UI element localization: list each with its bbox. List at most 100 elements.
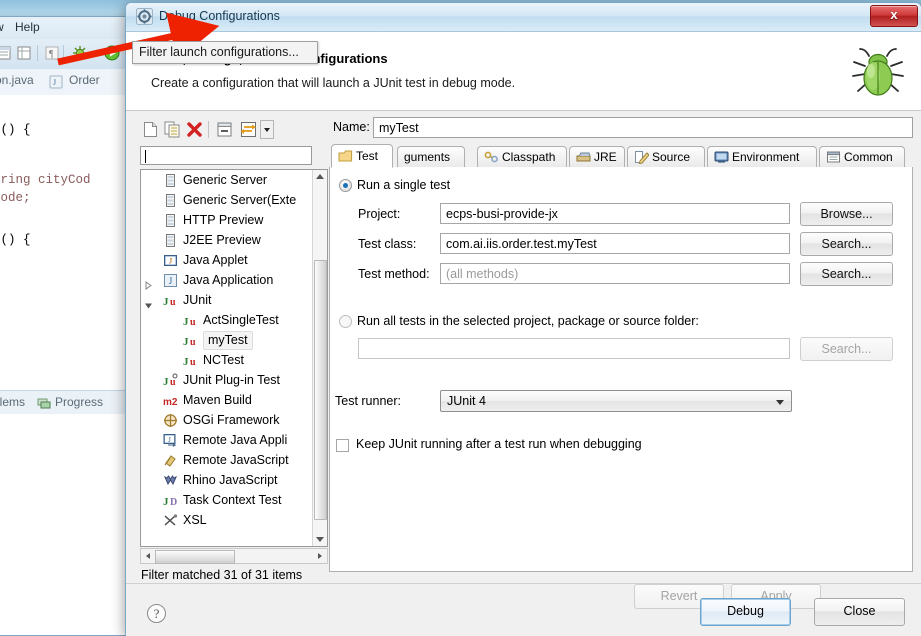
tree-item[interactable]: m2 Maven Build [141, 390, 327, 410]
test-runner-combo[interactable]: JUnit 4 [440, 390, 792, 412]
jre-icon [576, 150, 591, 164]
source-icon [634, 150, 650, 165]
new-configuration-icon[interactable] [140, 119, 161, 140]
chevron-down-icon[interactable] [144, 296, 153, 309]
tab-environment-label: Environment [732, 150, 800, 164]
tree-item[interactable]: XSL [141, 510, 327, 530]
tree-item[interactable]: Generic Server [141, 170, 327, 190]
tree-item[interactable]: Ju NCTest [141, 350, 327, 370]
java-application-icon: J [163, 273, 178, 288]
tab-classpath[interactable]: Classpath [477, 146, 567, 167]
tab-environment[interactable]: Environment [707, 146, 817, 167]
tree-item[interactable]: HTTP Preview [141, 210, 327, 230]
maven-icon: m2 [163, 393, 178, 408]
test-runner-label: Test runner: [335, 394, 402, 408]
server-icon [163, 213, 178, 228]
svg-text:u: u [170, 297, 176, 308]
menu-item-window[interactable]: w [0, 20, 4, 34]
tree-item[interactable]: Ju myTest [141, 330, 327, 350]
tree-item[interactable]: Remote JavaScript [141, 450, 327, 470]
chevron-right-icon[interactable] [144, 276, 153, 290]
project-input[interactable]: ecps-busi-provide-jx [440, 203, 790, 224]
tree-item-label: XSL [183, 513, 207, 527]
code-line-1: tring cityCod [0, 173, 91, 187]
tab-jre[interactable]: JRE [569, 146, 625, 167]
tree-item-label: Java Application [183, 273, 274, 287]
delete-configuration-icon[interactable] [184, 119, 205, 140]
tree-item[interactable]: J Java Application [141, 270, 327, 290]
tree-horizontal-scrollbar[interactable] [140, 548, 328, 564]
table-icon[interactable] [15, 44, 33, 62]
run-icon[interactable] [103, 44, 121, 62]
task-context-icon: JD [163, 493, 178, 508]
paragraph-icon[interactable]: ¶ [43, 44, 61, 62]
duplicate-configuration-icon[interactable] [162, 119, 183, 140]
radio-run-single-test-label: Run a single test [357, 178, 451, 192]
name-input[interactable]: myTest [373, 117, 913, 138]
tree-item[interactable]: Rhino JavaScript [141, 470, 327, 490]
scroll-left-arrow-icon[interactable] [142, 550, 154, 562]
keep-junit-running-checkbox[interactable] [336, 439, 349, 452]
folder-input[interactable] [358, 338, 790, 359]
collapse-all-icon[interactable] [214, 119, 235, 140]
tree-item[interactable]: J D Task Context Test [141, 490, 327, 510]
scroll-up-arrow-icon[interactable] [313, 170, 327, 184]
scrollbar-thumb[interactable] [314, 260, 327, 520]
close-button[interactable]: Close [814, 598, 905, 626]
debug-icon[interactable] [71, 44, 89, 62]
svg-text:u: u [190, 337, 196, 348]
toolbar-separator [208, 121, 209, 138]
configuration-tabs: Test guments Classpath JRE Source Enviro… [329, 144, 913, 169]
view-tab-problems[interactable]: blems [0, 395, 25, 409]
footer-separator [126, 583, 921, 584]
keep-junit-running-label: Keep JUnit running after a test run when… [356, 437, 642, 451]
test-tab-icon [338, 148, 353, 162]
browse-button[interactable]: Browse... [800, 202, 893, 226]
radio-run-all-tests[interactable] [339, 315, 352, 328]
tab-common[interactable]: Common [819, 146, 905, 167]
filter-configurations-icon[interactable] [238, 119, 259, 140]
tree-item[interactable]: Ju JUnit [141, 290, 327, 310]
search-test-method-button[interactable]: Search... [800, 262, 893, 286]
server-icon [163, 173, 178, 188]
scroll-down-arrow-icon[interactable] [313, 532, 327, 546]
tree-item-label: JUnit Plug-in Test [183, 373, 281, 387]
tab-source[interactable]: Source [627, 146, 705, 167]
osgi-icon [163, 413, 178, 428]
test-method-input[interactable]: (all methods) [440, 263, 790, 284]
window-close-button[interactable]: x [870, 5, 918, 27]
filter-tooltip: Filter launch configurations... [132, 41, 318, 64]
editor-tab-0[interactable]: on.java [0, 73, 34, 87]
rhino-icon [163, 473, 178, 488]
search-test-class-button[interactable]: Search... [800, 232, 893, 256]
tree-item[interactable]: J2EE Preview [141, 230, 327, 250]
tree-item[interactable]: Generic Server(Exte [141, 190, 327, 210]
tree-item[interactable]: OSGi Framework [141, 410, 327, 430]
tree-item[interactable]: Ju ActSingleTest [141, 310, 327, 330]
editor-icon[interactable] [0, 44, 13, 62]
scroll-right-arrow-icon[interactable] [314, 550, 326, 562]
menu-item-help[interactable]: Help [15, 20, 40, 34]
editor-tab-1[interactable]: Order [69, 73, 100, 87]
svg-text:m2: m2 [163, 397, 178, 408]
tree-item[interactable]: J Remote Java Appli [141, 430, 327, 450]
debug-button[interactable]: Debug [700, 598, 791, 626]
tab-test[interactable]: Test [331, 144, 393, 168]
junit-icon: Ju [183, 333, 198, 348]
tree-item[interactable]: J Java Applet [141, 250, 327, 270]
configurations-panel: Generic Server Generic Server(Exte HTTP Pr… [138, 117, 331, 582]
test-class-input[interactable]: com.ai.iis.order.test.myTest [440, 233, 790, 254]
svg-text:?: ? [154, 606, 160, 621]
help-icon[interactable]: ? [146, 603, 167, 624]
tree-item[interactable]: Ju JUnit Plug-in Test [141, 370, 327, 390]
launch-configurations-tree[interactable]: Generic Server Generic Server(Exte HTTP Pr… [140, 169, 328, 547]
view-tab-progress[interactable]: Progress [55, 395, 103, 409]
filter-input[interactable] [140, 146, 312, 165]
scrollbar-thumb[interactable] [155, 550, 235, 564]
debug-dropdown-arrow-icon[interactable] [89, 44, 99, 62]
tree-vertical-scrollbar[interactable] [312, 170, 327, 546]
radio-run-single-test[interactable] [339, 179, 352, 192]
filter-dropdown-arrow-icon[interactable] [260, 119, 274, 140]
tab-arguments[interactable]: guments [397, 146, 465, 167]
svg-text:D: D [170, 497, 177, 508]
